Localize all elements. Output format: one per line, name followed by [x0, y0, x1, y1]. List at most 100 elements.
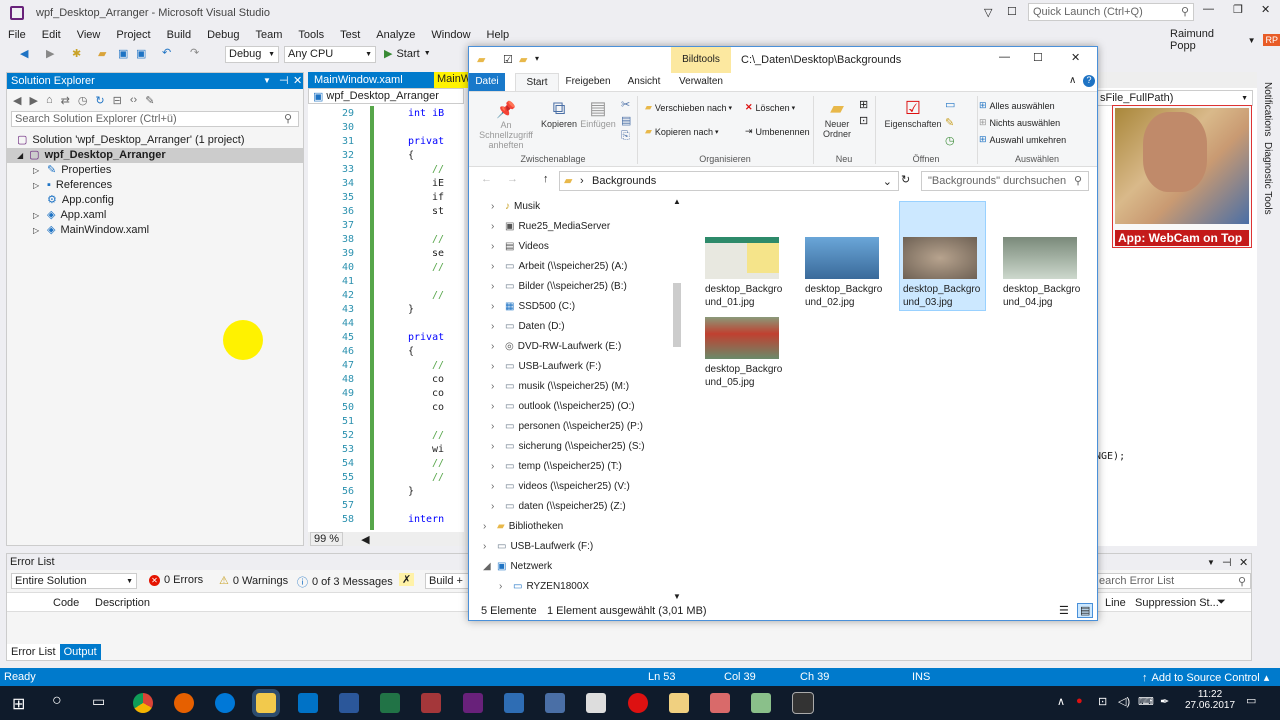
pin-icon[interactable]: ⊣ [279, 73, 289, 89]
expand-icon[interactable]: › [491, 277, 505, 297]
task-view-icon[interactable]: ▭ [92, 693, 105, 710]
nav-item[interactable]: › ♪ Musik [491, 197, 540, 217]
solution-item-mainwindow-xaml[interactable]: ▷ ◈ MainWindow.xaml [7, 223, 303, 238]
access-icon[interactable] [421, 693, 441, 713]
paste-shortcut-icon[interactable]: ⎘ [621, 130, 630, 143]
tray-chevron-icon[interactable]: ∧ [1057, 695, 1065, 708]
app-icon-5[interactable] [710, 693, 730, 713]
solution-item-app-config[interactable]: ⚙ App.config [7, 193, 303, 208]
refresh-icon[interactable]: ↻ [95, 94, 104, 107]
app-icon-1[interactable] [504, 693, 524, 713]
menu-item-view[interactable]: View [69, 29, 109, 41]
tray-record-icon[interactable]: ● [1076, 695, 1083, 707]
sync-icon[interactable]: ⇄ [61, 94, 70, 107]
cut-icon[interactable]: ✂ [621, 98, 630, 111]
close-panel-icon[interactable]: ✕ [293, 73, 302, 89]
nav-item[interactable]: › ▭ musik (\\speicher25) (M:) [491, 377, 629, 397]
pin-icon[interactable]: ⊣ [1222, 556, 1232, 569]
side-tab-notifications[interactable]: Notifications [1262, 82, 1273, 136]
app-icon-6[interactable] [751, 693, 771, 713]
ribbon-tab-verwalten[interactable]: Verwalten [673, 73, 729, 91]
app-icon-3[interactable] [586, 693, 606, 713]
expand-icon[interactable]: › [483, 517, 497, 537]
select-all-button[interactable]: ⊞ Alles auswählen [979, 100, 1055, 111]
expand-icon[interactable]: › [491, 237, 505, 257]
app-icon-4[interactable] [669, 693, 689, 713]
expand-icon[interactable]: › [491, 217, 505, 237]
nav-item[interactable]: › ▭ Daten (D:) [491, 317, 565, 337]
expand-icon[interactable]: › [491, 457, 505, 477]
tab-mainwindow[interactable]: MainWindow.xaml [314, 74, 403, 86]
navigation-pane[interactable]: › ♪ Musik › ▣ Rue25_MediaServer › ▤ Videos › ▭ Arbe… [469, 195, 687, 601]
back-icon[interactable]: ◀ [13, 94, 21, 107]
menu-item-team[interactable]: Team [248, 29, 291, 41]
close-button[interactable]: ✕ [1261, 3, 1270, 16]
tray-keyboard-icon[interactable]: ⌨ [1138, 695, 1154, 708]
error-search-input[interactable]: earch Error List ⚲ [1095, 573, 1251, 589]
copy-button[interactable]: ⧉ Kopieren [541, 98, 577, 129]
tab-output[interactable]: Output [59, 644, 101, 660]
solution-item-references[interactable]: ▷ ▪ References [7, 178, 303, 193]
solution-item-app-xaml[interactable]: ▷ ◈ App.xaml [7, 208, 303, 223]
errors-filter[interactable]: ✕ 0 Errors [149, 574, 203, 586]
nav-item[interactable]: › ▭ sicherung (\\speicher25) (S:) [491, 437, 645, 457]
windows-start-icon[interactable]: ⊞ [12, 694, 25, 714]
start-button[interactable]: ▶ Start ▼ [384, 47, 431, 61]
filter-icon[interactable]: ✗ [399, 573, 415, 586]
address-dropdown-icon[interactable]: ⌄ [883, 175, 892, 188]
feedback-icon[interactable]: ☐ [1007, 5, 1017, 18]
word-icon[interactable] [339, 693, 359, 713]
project-node[interactable]: ◢ ▢ wpf_Desktop_Arranger [7, 148, 303, 163]
build-select[interactable]: Build + In [425, 573, 471, 589]
nav-item[interactable]: › ▤ Videos [491, 237, 549, 257]
menu-item-analyze[interactable]: Analyze [368, 29, 423, 41]
warnings-filter[interactable]: ⚠ 0 Warnings [219, 574, 288, 588]
nav-item[interactable]: › ◎ DVD-RW-Laufwerk (E:) [491, 337, 621, 357]
copy-to-button[interactable]: ▰ Kopieren nach ▾ [645, 126, 718, 137]
ribbon-collapse-icon[interactable]: ∧ [1069, 75, 1076, 86]
app-icon-7[interactable] [792, 692, 814, 714]
solution-item-properties[interactable]: ▷ ✎ Properties [7, 163, 303, 178]
outlook-icon[interactable] [298, 693, 318, 713]
forward-icon[interactable]: ▶ [29, 94, 37, 107]
cortana-icon[interactable]: ○ [52, 692, 62, 710]
expand-icon[interactable]: › [499, 577, 513, 597]
minimize-button[interactable]: — [1203, 3, 1214, 15]
up-icon[interactable]: ↑ [543, 173, 549, 185]
file-name[interactable]: desktop_Backgro und_01.jpg [705, 283, 785, 309]
back-icon[interactable]: ← [481, 173, 492, 185]
platform-select[interactable]: Any CPU ▼ [284, 46, 376, 63]
delete-button[interactable]: ✕ Löschen ▾ [745, 102, 795, 113]
redo-icon[interactable]: ↷ [190, 46, 199, 59]
help-icon[interactable]: ? [1083, 75, 1095, 87]
nav-item[interactable]: › ▭ Bilder (\\speicher25) (B:) [491, 277, 627, 297]
open-icon[interactable]: ▰ [98, 47, 106, 60]
tab-error-list[interactable]: Error List [7, 644, 60, 660]
properties-button[interactable]: ☑ Eigenschaften [883, 98, 943, 129]
quick-launch-input[interactable]: Quick Launch (Ctrl+Q) ⚲ [1028, 3, 1194, 21]
minimize-button[interactable]: — [999, 51, 1010, 63]
expand-icon[interactable]: ▷ [33, 178, 43, 193]
refresh-icon[interactable]: ↻ [901, 173, 910, 186]
expand-icon[interactable]: ▷ [33, 223, 43, 238]
invert-selection-button[interactable]: ⊞ Auswahl umkehren [979, 134, 1066, 145]
close-panel-icon[interactable]: ✕ [1239, 556, 1248, 569]
collapse-icon[interactable]: ⊟ [113, 94, 122, 107]
nav-scrollbar[interactable]: ▲ ▼ [671, 197, 685, 601]
file-name[interactable]: desktop_Backgro und_05.jpg [705, 363, 785, 389]
expand-icon[interactable]: › [491, 357, 505, 377]
menu-item-help[interactable]: Help [479, 29, 518, 41]
scope-select[interactable]: Entire Solution ▼ [11, 573, 137, 589]
forward-icon[interactable]: ▶ [46, 47, 54, 60]
expand-icon[interactable]: ◢ [483, 557, 497, 577]
close-button[interactable]: ✕ [1071, 51, 1080, 64]
save-all-icon[interactable]: ▣ [136, 47, 146, 60]
nav-item[interactable]: › ▭ USB-Laufwerk (F:) [483, 537, 593, 557]
nav-item[interactable]: › ▭ Arbeit (\\speicher25) (A:) [491, 257, 627, 277]
expand-icon[interactable]: › [491, 497, 505, 517]
solution-root[interactable]: ▢ Solution 'wpf_Desktop_Arranger' (1 proj… [7, 133, 303, 148]
easy-access-icon[interactable]: ⊡ [859, 114, 868, 127]
filter-icon[interactable]: ⏷ [1217, 596, 1226, 609]
messages-filter[interactable]: ⓘ 0 of 3 Messages [297, 574, 393, 590]
select-none-button[interactable]: ⊞ Nichts auswählen [979, 117, 1060, 128]
